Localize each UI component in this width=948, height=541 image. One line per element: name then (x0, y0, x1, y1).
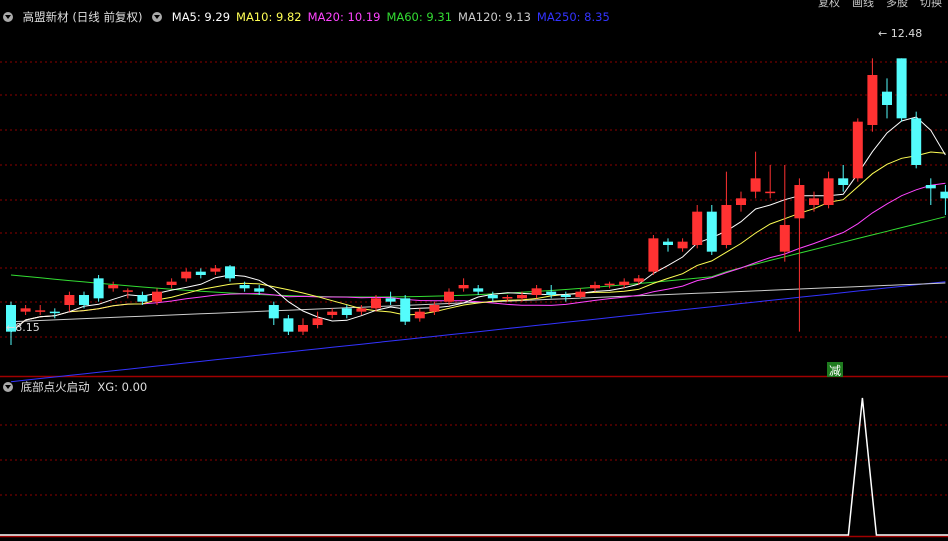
signal-badge-text: 减 (829, 364, 841, 378)
candle-body (254, 288, 265, 292)
candle-body (400, 298, 411, 322)
price-chart[interactable]: ← 12.48 ←8.15 减 (0, 0, 948, 541)
candle-body (429, 305, 440, 312)
candle-body (765, 191, 776, 194)
candle-body (794, 185, 805, 219)
candle-body (122, 290, 133, 292)
candle-body (239, 285, 250, 289)
candle-body (706, 211, 717, 252)
ma5-line (10, 116, 946, 333)
candle-body (911, 118, 922, 165)
candle-body (663, 241, 673, 245)
candle-body (137, 295, 148, 302)
candle-body (867, 75, 878, 125)
candle-body (546, 291, 557, 295)
candle-body (604, 283, 615, 286)
candle-body (49, 311, 60, 314)
ma20-line (10, 182, 946, 333)
candle-body (195, 271, 206, 275)
candle-body (225, 266, 235, 279)
candle-body (809, 198, 819, 205)
candle-body (283, 318, 294, 332)
candle-body (648, 238, 659, 272)
candle-body (560, 295, 571, 297)
candle-body (166, 281, 177, 285)
candle-body (619, 281, 630, 285)
high-price-label: ← 12.48 (878, 27, 922, 40)
candle-body (838, 178, 849, 185)
ma60-line (10, 216, 946, 298)
candle-body (896, 58, 907, 119)
indicator-line (0, 397, 948, 536)
candle-body (268, 305, 279, 319)
candle-body (473, 288, 484, 292)
candle-body (487, 295, 498, 299)
low-price-label: ←8.15 (6, 321, 40, 334)
candle-body (108, 285, 119, 289)
candle-body (181, 271, 192, 279)
candle-body (633, 278, 644, 282)
candle-body (531, 288, 542, 295)
ma10-line (10, 151, 946, 333)
candle-body (64, 295, 75, 305)
candle-body (925, 185, 936, 189)
candle-body (385, 298, 396, 302)
candle-body (517, 295, 527, 299)
candle-body (590, 285, 600, 289)
candle-body (750, 178, 761, 192)
candle-body (298, 325, 308, 332)
candle-body (35, 310, 46, 312)
candle-body (458, 285, 469, 289)
candle-body (79, 295, 89, 305)
candle-body (371, 298, 381, 309)
candle-body (940, 191, 948, 199)
candle-body (312, 318, 323, 325)
candle-body (736, 198, 746, 205)
candle-body (93, 278, 104, 299)
candle-body (152, 291, 162, 302)
candle-body (852, 121, 863, 179)
candle-body (414, 311, 425, 319)
candle-body (575, 291, 586, 297)
candle-body (210, 268, 221, 272)
candle-body (677, 241, 688, 249)
candle-body (327, 311, 338, 315)
candle-body (356, 308, 367, 312)
candle-body (502, 297, 513, 299)
candle-body (341, 308, 352, 315)
candle-body (692, 211, 703, 245)
candle-body (823, 178, 834, 205)
candle-body (20, 308, 31, 312)
candle-body (444, 291, 454, 302)
candle-body (721, 205, 732, 245)
candle-body (882, 91, 892, 105)
candle-body (779, 225, 790, 252)
